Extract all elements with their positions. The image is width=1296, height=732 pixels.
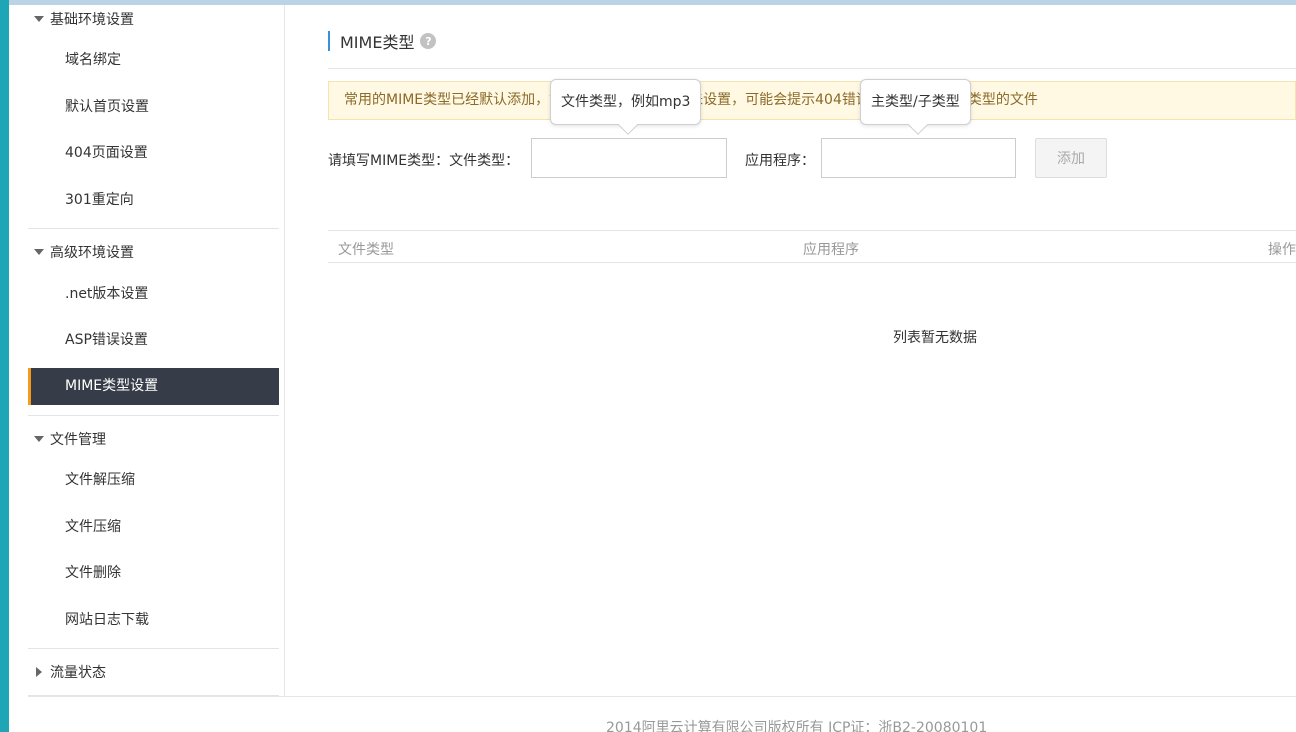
sidebar-divider	[28, 228, 279, 229]
app-tooltip: 主类型/子类型	[860, 79, 971, 135]
page-title-bar: MIME类型 ?	[328, 31, 437, 52]
sidebar-group-label: 基础环境设置	[50, 12, 134, 28]
application-input[interactable]	[821, 138, 1016, 178]
tooltip-arrow	[908, 115, 928, 135]
tooltip-text: 文件类型，例如mp3	[561, 94, 691, 110]
footer-copyright: 2014阿里云计算有限公司版权所有 ICP证：浙B2-20080101	[606, 720, 988, 732]
tooltip-text: 主类型/子类型	[871, 94, 960, 110]
column-header-application: 应用程序	[803, 242, 859, 258]
sidebar-group-label: 流量状态	[50, 665, 106, 681]
caret-down-icon	[34, 16, 44, 22]
sidebar-group-advanced-env[interactable]: 高级环境设置	[28, 238, 279, 266]
notice-banner: 常用的MIME类型已经默认添加，如果您需要的类型文件未设置，可能会提示404错误…	[328, 81, 1296, 120]
sidebar-item-domain-binding[interactable]: 域名绑定	[28, 42, 279, 79]
sidebar-item-301-redirect[interactable]: 301重定向	[28, 182, 279, 219]
column-header-actions: 操作	[1268, 242, 1296, 258]
sidebar-item-asp-error[interactable]: ASP错误设置	[28, 322, 279, 359]
table-top-border	[328, 230, 1296, 231]
main-content: MIME类型 ? 常用的MIME类型已经默认添加，如果您需要的类型文件未设置，可…	[285, 5, 1296, 696]
left-strip	[0, 0, 9, 732]
footer-divider	[28, 696, 1296, 697]
sidebar-item-404-page[interactable]: 404页面设置	[28, 135, 279, 172]
tooltip-arrow	[618, 115, 638, 135]
sidebar-item-file-decompress[interactable]: 文件解压缩	[28, 462, 279, 499]
mime-form-label: 请填写MIME类型：文件类型：	[328, 153, 520, 169]
sidebar-item-file-compress[interactable]: 文件压缩	[28, 509, 279, 546]
file-type-input[interactable]	[531, 138, 727, 178]
sidebar-item-file-delete[interactable]: 文件删除	[28, 555, 279, 592]
caret-down-icon	[34, 436, 44, 442]
title-divider	[328, 68, 1296, 69]
sidebar-group-label: 高级环境设置	[50, 245, 134, 261]
file-type-tooltip: 文件类型，例如mp3	[550, 79, 702, 135]
table-header-border	[328, 262, 1296, 263]
empty-table-message: 列表暂无数据	[893, 330, 977, 346]
app-label: 应用程序：	[745, 153, 815, 169]
sidebar-item-dotnet-version[interactable]: .net版本设置	[28, 276, 279, 313]
caret-right-icon	[36, 667, 42, 677]
page-title: MIME类型	[340, 33, 415, 52]
sidebar-item-default-homepage[interactable]: 默认首页设置	[28, 89, 279, 126]
sidebar-group-label: 文件管理	[50, 432, 106, 448]
sidebar-group-basic-env[interactable]: 基础环境设置	[28, 5, 279, 33]
sidebar-group-traffic-status[interactable]: 流量状态	[28, 658, 279, 686]
sidebar-item-log-download[interactable]: 网站日志下载	[28, 602, 279, 639]
column-header-file-type: 文件类型	[338, 242, 394, 258]
sidebar-item-mime-type[interactable]: MIME类型设置	[28, 368, 279, 405]
sidebar-group-file-management[interactable]: 文件管理	[28, 425, 279, 453]
sidebar-divider	[28, 415, 279, 416]
sidebar-divider	[28, 648, 279, 649]
add-button[interactable]: 添加	[1035, 138, 1107, 178]
caret-down-icon	[34, 249, 44, 255]
question-circle-icon[interactable]: ?	[420, 33, 437, 49]
